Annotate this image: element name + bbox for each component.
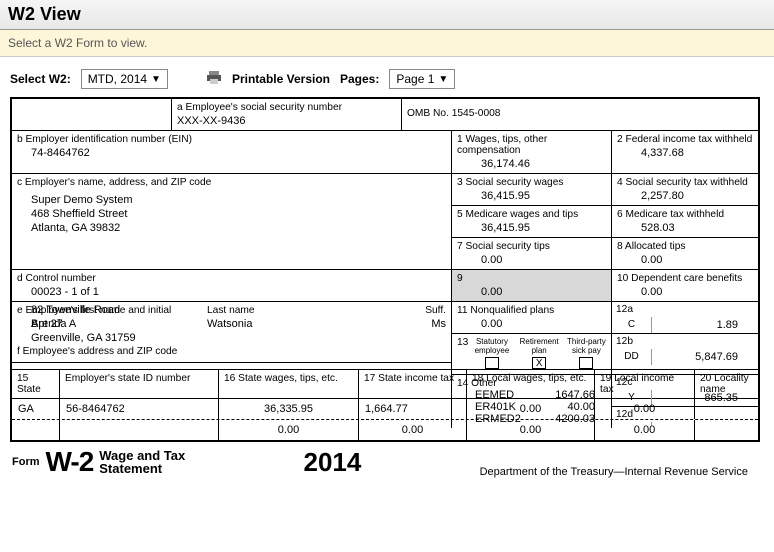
box-7-value: 0.00 bbox=[457, 252, 606, 266]
box-15-state-label: 15 State bbox=[17, 373, 41, 395]
footer-sub2: Statement bbox=[99, 462, 185, 475]
box-13-ret-label: Retirement plan bbox=[520, 337, 559, 355]
box-13-ret-check: X bbox=[532, 357, 546, 369]
footer-w2: W-2 bbox=[46, 446, 94, 478]
box-3-value: 36,415.95 bbox=[457, 188, 606, 202]
box-e-addr3: Greenville, GA 31759 bbox=[17, 330, 446, 344]
printable-version-link[interactable]: Printable Version bbox=[232, 72, 330, 86]
box-6-label: 6 Medicare tax withheld bbox=[617, 209, 753, 220]
info-message: Select a W2 Form to view. bbox=[0, 30, 774, 57]
toolbar: Select W2: MTD, 2014 ▼ Printable Version… bbox=[0, 57, 774, 97]
box-17-value2: 0.00 bbox=[359, 420, 467, 440]
box-a-value: XXX-XX-9436 bbox=[177, 113, 396, 127]
box-11-label: 11 Nonqualified plans bbox=[457, 305, 606, 316]
box-19-value: 0.00 bbox=[595, 399, 695, 419]
box-b-value: 74-8464762 bbox=[17, 145, 446, 159]
pages-label: Pages: bbox=[340, 72, 379, 86]
box-a-label: a Employee's social security number bbox=[177, 102, 396, 113]
chevron-down-icon: ▼ bbox=[151, 74, 161, 85]
box-7-label: 7 Social security tips bbox=[457, 241, 606, 252]
box-10-value: 0.00 bbox=[617, 284, 753, 298]
box-3-label: 3 Social security wages bbox=[457, 177, 606, 188]
form-footer: Form W-2 Wage and Tax Statement 2014 Dep… bbox=[0, 442, 760, 484]
box-16-label: 16 State wages, tips, etc. bbox=[224, 373, 338, 384]
box-13-stat-check bbox=[485, 357, 499, 369]
box-19-label: 19 Local income tax bbox=[600, 373, 674, 395]
box-12b-code: DD bbox=[612, 349, 652, 365]
box-18-value2: 0.00 bbox=[467, 420, 595, 440]
box-6-value: 528.03 bbox=[617, 220, 753, 234]
box-13-sick-label: Third-party sick pay bbox=[567, 337, 606, 355]
box-18-label: 18 Local wages, tips, etc. bbox=[472, 373, 586, 384]
box-4-label: 4 Social security tax withheld bbox=[617, 177, 753, 188]
box-1-value: 36,174.46 bbox=[457, 156, 606, 170]
box-5-label: 5 Medicare wages and tips bbox=[457, 209, 606, 220]
box-17-value: 1,664.77 bbox=[359, 399, 467, 419]
box-13-stat-label: Statutory employee bbox=[472, 337, 511, 355]
w2-form: a Employee's social security number XXX-… bbox=[10, 97, 760, 442]
box-18-value: 0.00 bbox=[467, 399, 595, 419]
pages-value: Page 1 bbox=[396, 72, 434, 86]
select-w2-dropdown[interactable]: MTD, 2014 ▼ bbox=[81, 69, 168, 89]
box-20-label: 20 Locality name bbox=[700, 373, 749, 395]
box-4-value: 2,257.80 bbox=[617, 188, 753, 202]
box-16-value: 36,335.95 bbox=[219, 399, 359, 419]
box-13-sick-check bbox=[579, 357, 593, 369]
chevron-down-icon: ▼ bbox=[438, 74, 448, 85]
box-f-label: f Employee's address and ZIP code bbox=[17, 344, 446, 357]
box-15-id-label: Employer's state ID number bbox=[65, 373, 190, 384]
box-9-value: 0.00 bbox=[457, 284, 606, 298]
omb-number: OMB No. 1545-0008 bbox=[407, 102, 753, 119]
box-12b-label: 12b bbox=[612, 334, 758, 349]
box-12a-value: 1.89 bbox=[652, 317, 758, 333]
box-d-value: 00023 - 1 of 1 bbox=[17, 284, 446, 298]
box-e-addr1: 82 Townville Road bbox=[17, 302, 446, 316]
select-w2-label: Select W2: bbox=[10, 72, 71, 86]
page-title: W2 View bbox=[0, 0, 774, 30]
footer-year: 2014 bbox=[303, 447, 361, 478]
box-12a-code: C bbox=[612, 317, 652, 333]
box-2-label: 2 Federal income tax withheld bbox=[617, 134, 753, 145]
box-12a-label: 12a bbox=[612, 302, 758, 317]
footer-form: Form bbox=[12, 456, 40, 468]
box-16-value2: 0.00 bbox=[219, 420, 359, 440]
box-e-addr2: Apt 27 bbox=[17, 316, 446, 330]
box-5-value: 36,415.95 bbox=[457, 220, 606, 234]
box-8-value: 0.00 bbox=[617, 252, 753, 266]
box-c-addr2: Atlanta, GA 39832 bbox=[17, 220, 446, 234]
box-1-label: 1 Wages, tips, other compensation bbox=[457, 134, 606, 156]
footer-irs: Department of the Treasury—Internal Reve… bbox=[480, 466, 748, 478]
box-12b-value: 5,847.69 bbox=[652, 349, 758, 365]
box-2-value: 4,337.68 bbox=[617, 145, 753, 159]
box-c-addr1: 468 Sheffield Street bbox=[17, 206, 446, 220]
box-c-name: Super Demo System bbox=[17, 188, 446, 206]
box-15-state: GA bbox=[12, 399, 60, 419]
pages-dropdown[interactable]: Page 1 ▼ bbox=[389, 69, 455, 89]
box-13-label: 13 bbox=[457, 337, 468, 371]
printer-icon[interactable] bbox=[206, 70, 222, 89]
box-d-label: d Control number bbox=[17, 273, 446, 284]
box-15-id: 56-8464762 bbox=[60, 399, 219, 419]
box-c-label: c Employer's name, address, and ZIP code bbox=[17, 177, 446, 188]
box-b-label: b Employer identification number (EIN) bbox=[17, 134, 446, 145]
box-8-label: 8 Allocated tips bbox=[617, 241, 753, 252]
box-9-label: 9 bbox=[457, 273, 606, 284]
box-11-value: 0.00 bbox=[457, 316, 606, 330]
box-10-label: 10 Dependent care benefits bbox=[617, 273, 753, 284]
box-17-label: 17 State income tax bbox=[364, 373, 454, 384]
select-w2-value: MTD, 2014 bbox=[88, 72, 147, 86]
box-19-value2: 0.00 bbox=[595, 420, 695, 440]
